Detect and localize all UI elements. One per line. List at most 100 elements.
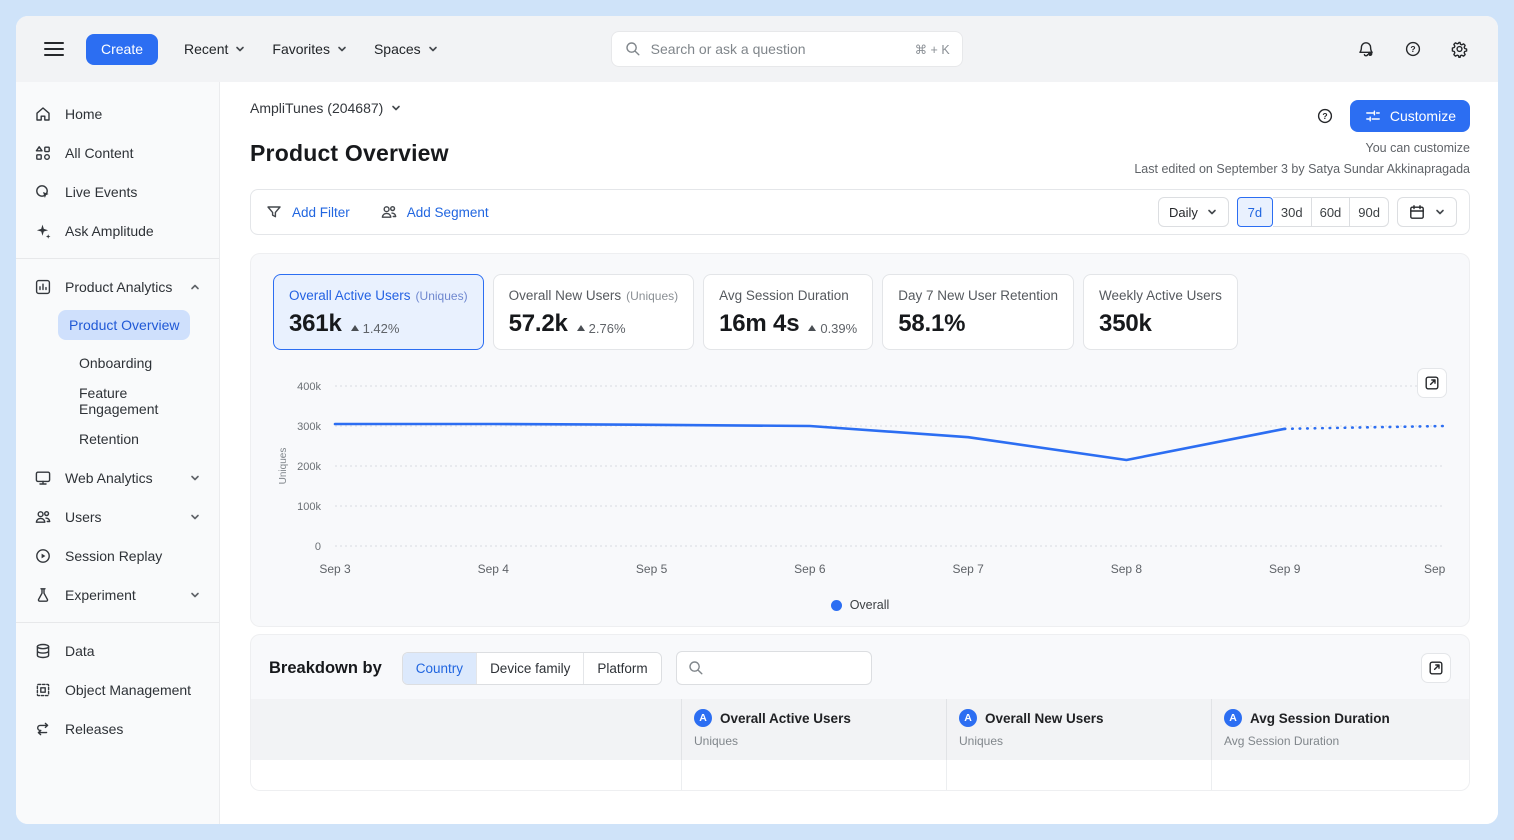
sidebar-item-label: Object Management (65, 682, 205, 698)
sidebar-item-product-overview[interactable]: Product Overview (16, 306, 219, 344)
metric-suffix: (Uniques) (416, 289, 468, 303)
chevron-down-icon (189, 589, 201, 601)
range-button-60d[interactable]: 60d (1312, 197, 1351, 227)
breakdown-tab-country[interactable]: Country (403, 653, 476, 684)
nav-menu-favorites[interactable]: Favorites (272, 41, 348, 57)
notifications-bell-icon[interactable] (1354, 37, 1378, 61)
sidebar-item-ask-amplitude[interactable]: Ask Amplitude (16, 211, 219, 250)
help-icon[interactable]: ? (1401, 37, 1425, 61)
granularity-select[interactable]: Daily (1158, 197, 1229, 227)
metric-title: Weekly Active Users (1099, 288, 1222, 303)
nav-menu-label: Recent (184, 41, 228, 57)
sidebar-item-session-replay[interactable]: Session Replay (16, 536, 219, 575)
hamburger-menu-icon[interactable] (44, 42, 64, 56)
svg-text:200k: 200k (297, 461, 321, 473)
chart-legend: Overall (273, 598, 1447, 612)
settings-gear-icon[interactable] (1448, 37, 1472, 61)
range-button-7d[interactable]: 7d (1237, 197, 1273, 227)
page-help-icon[interactable]: ? (1310, 101, 1340, 131)
chevron-down-icon (189, 472, 201, 484)
sidebar-divider (16, 258, 219, 259)
svg-text:Sep 10: Sep 10 (1424, 562, 1449, 576)
nav-menu-label: Favorites (272, 41, 330, 57)
add-segment-button[interactable]: Add Segment (380, 203, 489, 221)
create-button[interactable]: Create (86, 34, 158, 65)
calendar-button[interactable] (1397, 197, 1457, 227)
sidebar-item-onboarding[interactable]: Onboarding (16, 344, 219, 382)
nav-menu-recent[interactable]: Recent (184, 41, 246, 57)
svg-text:0: 0 (315, 541, 321, 553)
legend-label[interactable]: Overall (850, 598, 890, 612)
sidebar-item-label: Live Events (65, 184, 205, 200)
legend-dot-icon (831, 600, 842, 611)
add-filter-label: Add Filter (292, 205, 350, 220)
arrow-up-icon (577, 325, 585, 331)
chevron-down-icon (427, 43, 439, 55)
sidebar-divider (16, 622, 219, 623)
breakdown-tabs: CountryDevice familyPlatform (402, 652, 662, 685)
sidebar-item-home[interactable]: Home (16, 94, 219, 133)
sidebar-item-users[interactable]: Users (16, 497, 219, 536)
metric-card-avg-session-duration[interactable]: Avg Session Duration16m 4s0.39% (703, 274, 873, 350)
sidebar-item-releases[interactable]: Releases (16, 709, 219, 748)
metric-card-overall-new-users[interactable]: Overall New Users(Uniques)57.2k2.76% (493, 274, 695, 350)
metric-value: 16m 4s (719, 310, 799, 338)
svg-text:?: ? (1322, 111, 1327, 121)
metric-value: 350k (1099, 310, 1152, 338)
sidebar-item-label: Onboarding (68, 348, 163, 378)
column-title: Avg Session Duration (1250, 711, 1390, 726)
breakdown-label: Breakdown by (269, 659, 382, 678)
main-content: AmpliTunes (204687) ? Customize Product … (220, 82, 1498, 824)
add-filter-button[interactable]: Add Filter (265, 203, 350, 221)
svg-text:400k: 400k (297, 381, 321, 393)
nav-menu-spaces[interactable]: Spaces (374, 41, 439, 57)
range-button-30d[interactable]: 30d (1273, 197, 1312, 227)
sidebar-item-experiment[interactable]: Experiment (16, 575, 219, 614)
calendar-icon (1408, 203, 1426, 221)
chart-expand-icon[interactable] (1417, 368, 1447, 398)
sidebar-item-label: Retention (68, 424, 150, 454)
breakdown-column-overall-new-users[interactable]: A Overall New Users Uniques (946, 699, 1211, 760)
svg-text:100k: 100k (297, 501, 321, 513)
sidebar-item-data[interactable]: Data (16, 631, 219, 670)
range-button-90d[interactable]: 90d (1350, 197, 1389, 227)
breakdown-header: Breakdown by CountryDevice familyPlatfor… (251, 635, 1469, 699)
breadcrumb[interactable]: AmpliTunes (204687) (250, 100, 402, 116)
sidebar-item-feature-engagement[interactable]: Feature Engagement (16, 382, 219, 420)
ask-amplitude-icon (34, 222, 52, 240)
metric-card-weekly-active-users[interactable]: Weekly Active Users 350k (1083, 274, 1238, 350)
metric-card-overall-active-users[interactable]: Overall Active Users(Uniques)361k1.42% (273, 274, 484, 350)
svg-text:Sep 7: Sep 7 (952, 562, 984, 576)
filter-bar: Add Filter Add Segment Daily 7d30d60d90d (250, 189, 1470, 235)
sidebar-item-object-management[interactable]: Object Management (16, 670, 219, 709)
sidebar-item-all-content[interactable]: All Content (16, 133, 219, 172)
last-edited-note: Last edited on September 3 by Satya Sund… (1134, 159, 1470, 180)
breakdown-column-avg-session-duration[interactable]: A Avg Session Duration Avg Session Durat… (1211, 699, 1469, 760)
page-header: AmpliTunes (204687) ? Customize (250, 100, 1470, 132)
metric-title: Overall Active Users (289, 288, 411, 303)
global-search-input[interactable]: Search or ask a question ⌘ + K (611, 31, 963, 67)
breakdown-search-input[interactable] (676, 651, 872, 685)
sidebar-item-web-analytics[interactable]: Web Analytics (16, 458, 219, 497)
sidebar-item-label: Home (65, 106, 205, 122)
metric-delta: 2.76% (577, 321, 626, 336)
metric-card-day-7-new-user-retention[interactable]: Day 7 New User Retention58.1% (882, 274, 1074, 350)
add-segment-label: Add Segment (407, 205, 489, 220)
chevron-down-icon (1434, 206, 1446, 218)
web-analytics-icon (34, 469, 52, 487)
metric-title: Day 7 New User Retention (898, 288, 1058, 303)
breakdown-tab-device-family[interactable]: Device family (476, 653, 583, 684)
search-placeholder: Search or ask a question (651, 41, 915, 57)
overview-chart-panel: Overall Active Users(Uniques)361k1.42%Ov… (250, 253, 1470, 627)
chevron-down-icon (1206, 206, 1218, 218)
sidebar-item-product-analytics[interactable]: Product Analytics (16, 267, 219, 306)
breakdown-tab-platform[interactable]: Platform (583, 653, 660, 684)
sidebar-item-live-events[interactable]: Live Events (16, 172, 219, 211)
sidebar-item-label: Data (65, 643, 205, 659)
customize-button[interactable]: Customize (1350, 100, 1470, 132)
sidebar-item-retention[interactable]: Retention (16, 420, 219, 458)
table-cell (251, 760, 681, 790)
svg-text:Uniques: Uniques (278, 448, 289, 485)
breakdown-expand-icon[interactable] (1421, 653, 1451, 683)
breakdown-column-overall-active-users[interactable]: A Overall Active Users Uniques (681, 699, 946, 760)
